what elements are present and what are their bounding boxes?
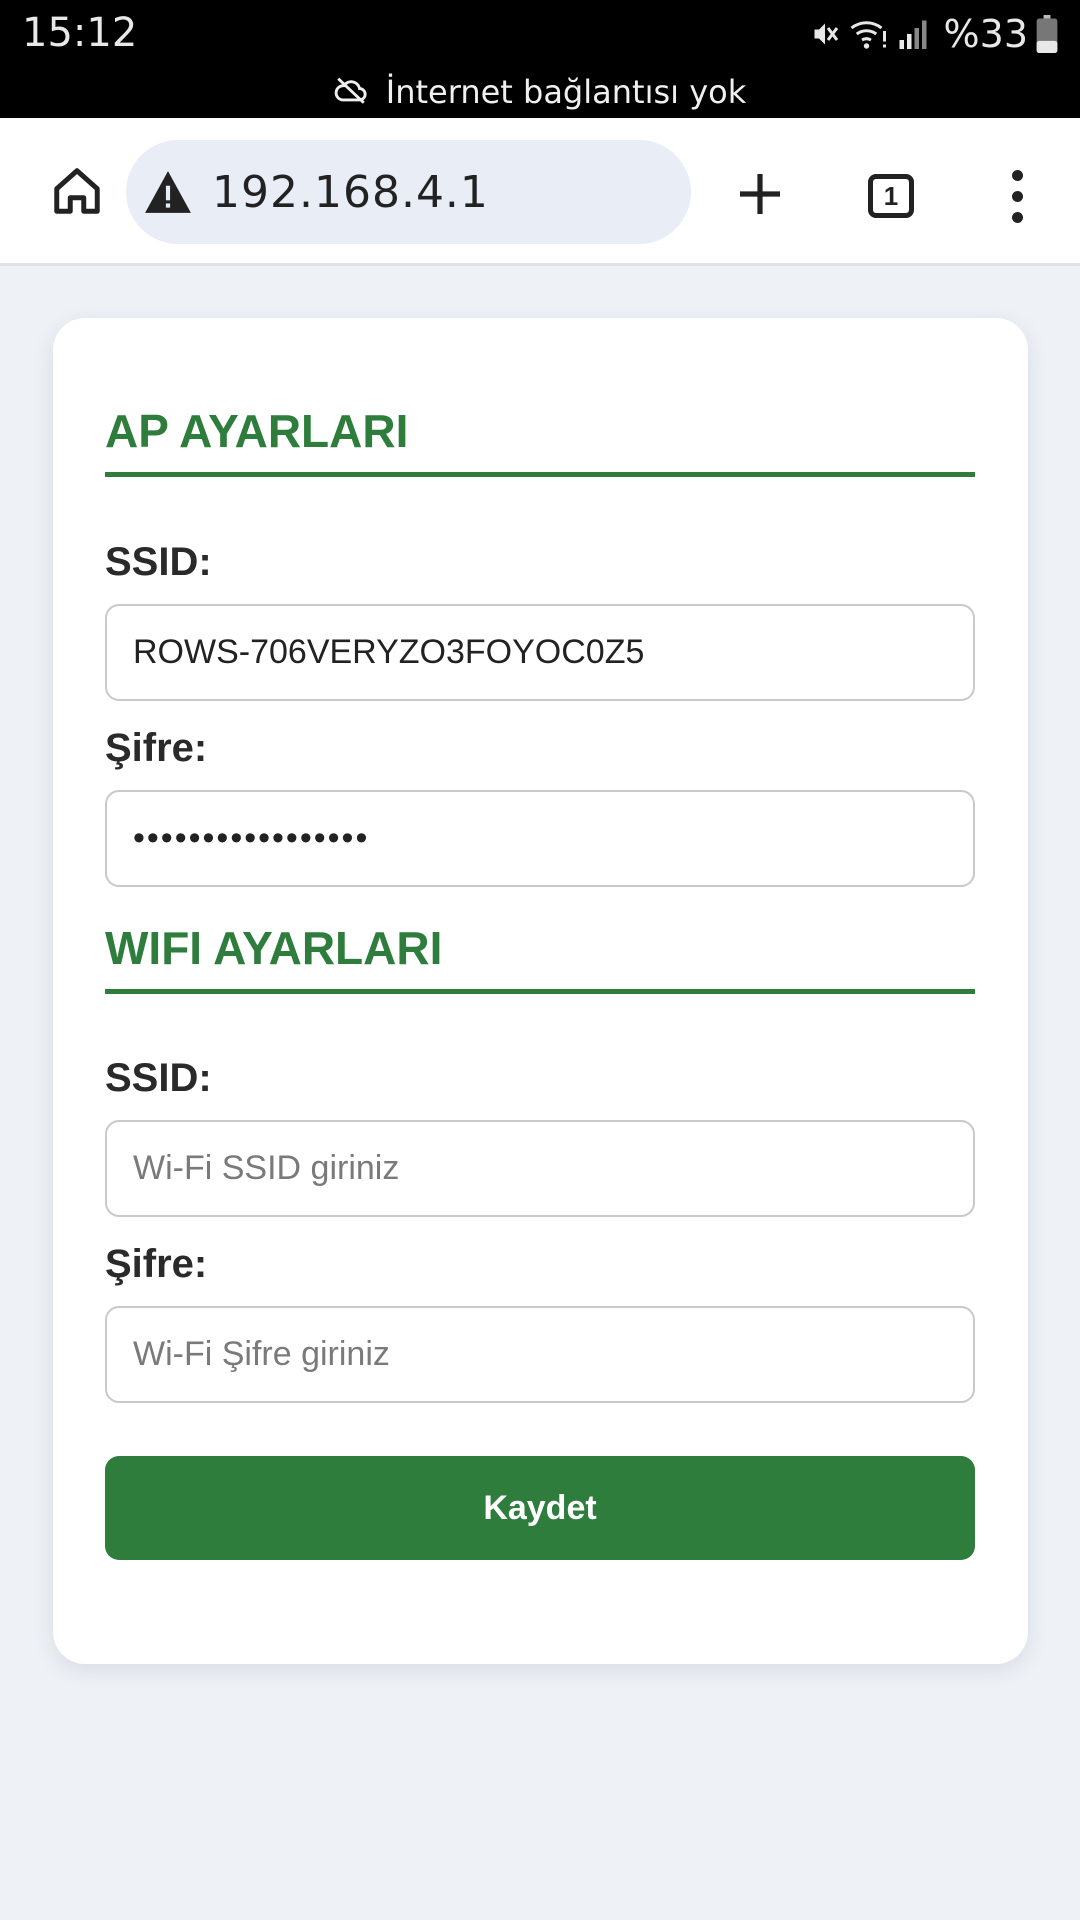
wifi-password-input[interactable] (105, 1306, 975, 1403)
warning-icon[interactable] (142, 166, 194, 218)
offline-banner: İnternet bağlantısı yok (0, 70, 1080, 114)
ap-ssid-label: SSID: (105, 540, 212, 584)
save-button[interactable]: Kaydet (105, 1456, 975, 1560)
status-bar: 15:12 %33 İnternet bağlantısı yok (0, 0, 1080, 118)
new-tab-button[interactable] (722, 158, 798, 234)
ap-password-label: Şifre: (105, 726, 208, 770)
plus-icon (736, 170, 784, 223)
battery-icon (1036, 15, 1058, 53)
wifi-password-label: Şifre: (105, 1242, 208, 1286)
offline-message: İnternet bağlantısı yok (385, 73, 747, 111)
wifi-section-title: WIFI AYARLARI (105, 921, 975, 994)
home-button[interactable] (32, 158, 122, 228)
status-icons: %33 (804, 12, 1058, 56)
status-time: 15:12 (22, 10, 138, 56)
wifi-icon (848, 16, 888, 52)
ap-ssid-input[interactable] (105, 604, 975, 701)
home-icon (50, 164, 104, 223)
cloud-off-icon (334, 75, 368, 110)
url-bar[interactable]: 192.168.4.1 (126, 140, 691, 244)
more-menu-button[interactable] (990, 158, 1044, 234)
battery-percent: %33 (943, 12, 1028, 56)
ap-password-input[interactable] (105, 790, 975, 887)
tabs-icon: 1 (868, 174, 914, 218)
url-text[interactable]: 192.168.4.1 (212, 167, 489, 218)
wifi-ssid-label: SSID: (105, 1056, 212, 1100)
wifi-ssid-input[interactable] (105, 1120, 975, 1217)
tab-switcher-button[interactable]: 1 (853, 158, 929, 234)
signal-icon (896, 16, 930, 52)
mute-icon (804, 16, 840, 52)
more-vert-icon (1011, 169, 1023, 181)
tab-count: 1 (883, 180, 899, 211)
settings-card: AP AYARLARI SSID: Şifre: WIFI AYARLARI S… (53, 318, 1028, 1664)
ap-section-title: AP AYARLARI (105, 404, 975, 477)
browser-toolbar: 192.168.4.1 1 (0, 118, 1080, 266)
